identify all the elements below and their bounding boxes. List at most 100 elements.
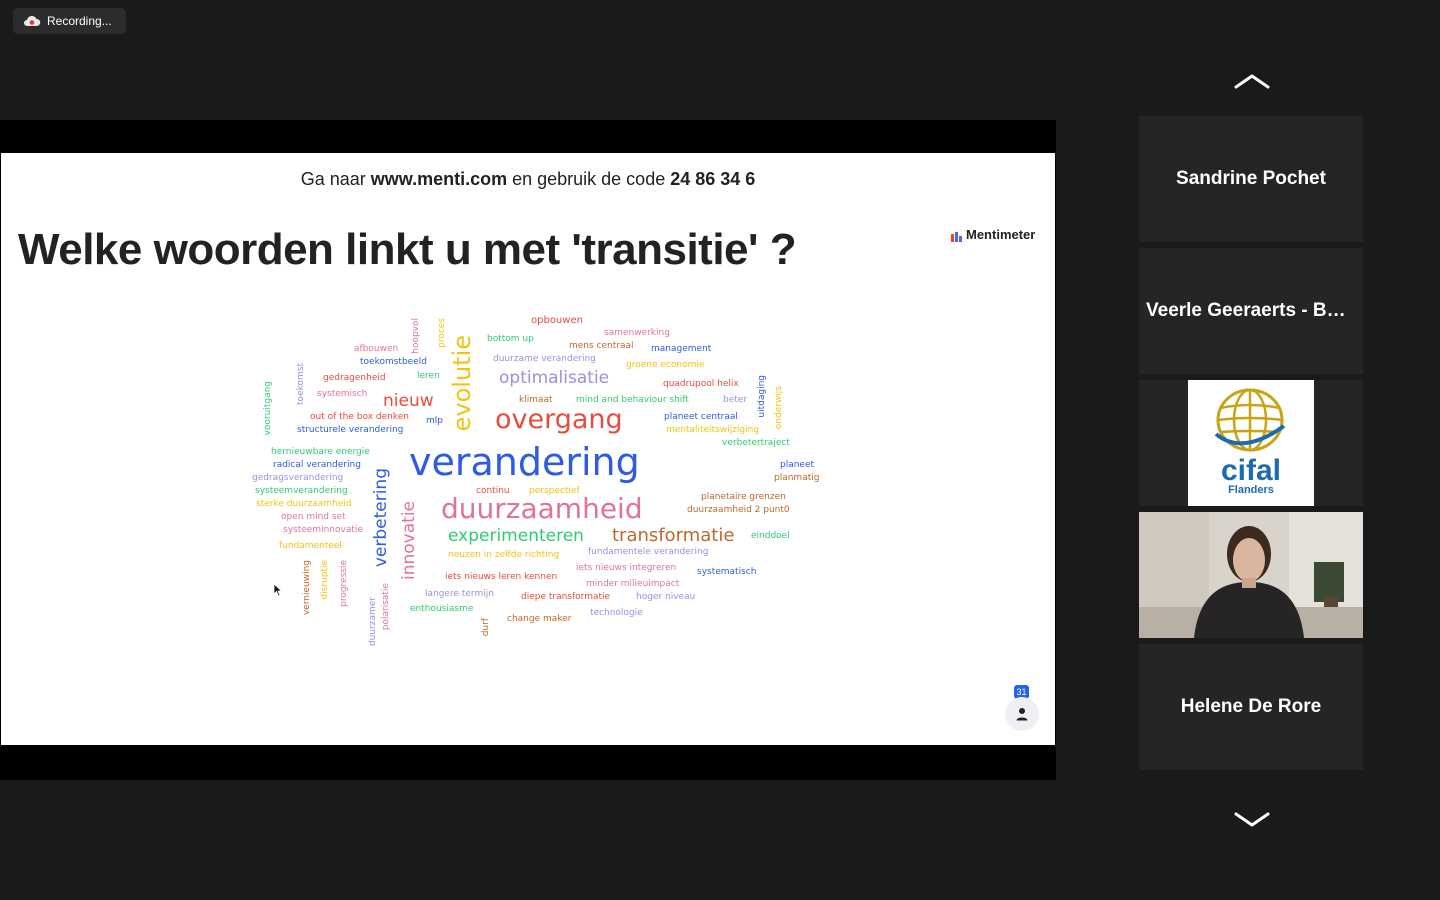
word-systemisch: systemisch <box>317 389 368 399</box>
word-enthousiasme: enthousiasme <box>410 604 474 614</box>
word-hernieuwbare-energie: hernieuwbare energie <box>271 447 370 457</box>
brand-name: Mentimeter <box>966 227 1036 242</box>
word-duurzame-verandering: duurzame verandering <box>493 354 596 364</box>
word-vernieuwing: vernieuwing <box>302 560 312 616</box>
instruction-mid: en gebruik de code <box>507 169 671 189</box>
cifal-flanders-logo: cifal Flanders <box>1188 380 1314 506</box>
participant-tile-2[interactable]: Veerle Geeraerts - Bel... <box>1139 248 1363 374</box>
word-hoger-niveau: hoger niveau <box>636 592 696 602</box>
word-durf: durf <box>481 618 491 637</box>
scroll-down-button[interactable] <box>1232 808 1272 830</box>
participants-button[interactable] <box>1005 697 1039 731</box>
word-planeet-centraal: planeet centraal <box>664 412 738 422</box>
word-gedragsverandering: gedragsverandering <box>252 473 344 483</box>
word-minder-milieuimpact: minder milieuimpact <box>586 579 680 589</box>
word-progressie: progressie <box>339 560 349 607</box>
word-technologie: technologie <box>590 608 643 618</box>
word-hoopvol: hoopvol <box>411 318 421 354</box>
word-vooruitgang: vooruitgang <box>263 381 273 436</box>
word-mentaliteitswijziging: mentaliteitswijziging <box>666 425 760 435</box>
word-planetaire-grenzen: planetaire grenzen <box>701 492 786 502</box>
word-diepe-transformatie: diepe transformatie <box>521 592 611 602</box>
word-einddoel: einddoel <box>751 531 790 541</box>
word-groene-economie: groene economie <box>626 360 705 370</box>
word-quadrupool-helix: quadrupool helix <box>663 379 739 389</box>
word-verbetering: verbetering <box>371 468 391 568</box>
word-transformatie: transformatie <box>612 525 735 546</box>
word-sterke-duurzaamheid: sterke duurzaamheid <box>256 499 352 509</box>
word-neuzen-in-zelfde-richting: neuzen in zelfde richting <box>448 550 560 560</box>
mentimeter-mark-icon <box>951 230 962 242</box>
mouse-cursor-icon <box>273 583 283 597</box>
word-opbouwen: opbouwen <box>531 315 583 326</box>
slide-title: Welke woorden linkt u met 'transitie' ? <box>18 225 797 274</box>
recording-label: Recording... <box>47 14 112 28</box>
word-duurzamer: duurzamer <box>368 597 378 647</box>
participant-tile-5[interactable]: Helene De Rore <box>1139 644 1363 770</box>
word-gedragenheid: gedragenheid <box>323 373 386 383</box>
word-systeemverandering: systeemverandering <box>255 486 348 496</box>
word-verbetertraject: verbetertraject <box>722 438 790 448</box>
join-instruction: Ga naar www.menti.com en gebruik de code… <box>1 169 1055 190</box>
speaker-video-frame <box>1139 512 1363 638</box>
mentimeter-logo: Mentimeter <box>951 227 1035 242</box>
word-change-maker: change maker <box>507 614 572 624</box>
word-duurzaamheid: duurzaamheid <box>441 492 643 525</box>
word-optimalisatie: optimalisatie <box>499 368 610 388</box>
word-toekomstbeeld: toekomstbeeld <box>360 357 427 367</box>
word-proces: proces <box>437 318 447 348</box>
participant-tile-1[interactable]: Sandrine Pochet <box>1139 116 1363 242</box>
scroll-up-button[interactable] <box>1232 70 1272 92</box>
logo-text-flanders: Flanders <box>1228 484 1274 496</box>
word-afbouwen: afbouwen <box>354 344 399 354</box>
word-samenwerking: samenwerking <box>604 328 670 338</box>
word-overgang: overgang <box>495 404 623 435</box>
cloud-record-icon <box>24 15 41 26</box>
participant-tile-3[interactable]: cifal Flanders <box>1139 380 1363 506</box>
word-polarisatie: polarisatie <box>381 583 391 631</box>
word-fundamentele-verandering: fundamentele verandering <box>588 547 709 557</box>
word-planeet: planeet <box>780 460 815 470</box>
word-planmatig: planmatig <box>774 473 820 483</box>
word-systematisch: systematisch <box>697 567 757 577</box>
word-systeeminnovatie: systeeminnovatie <box>283 525 363 535</box>
word-radical-verandering: radical verandering <box>273 460 361 470</box>
globe-icon <box>1214 388 1286 452</box>
recording-indicator[interactable]: Recording... <box>13 8 126 34</box>
word-iets-nieuws-integreren: iets nieuws integreren <box>576 563 677 573</box>
word-fundamenteel: fundamenteel <box>279 541 342 551</box>
word-nieuw: nieuw <box>383 391 434 411</box>
instruction-url: www.menti.com <box>370 169 508 189</box>
word-structurele-verandering: structurele verandering <box>297 425 404 435</box>
presentation-slide: Ga naar www.menti.com en gebruik de code… <box>1 153 1055 745</box>
word-open-mind-set: open mind set <box>281 512 346 522</box>
word-experimenteren: experimenteren <box>448 526 584 546</box>
participant-name: Veerle Geeraerts - Bel... <box>1146 300 1356 321</box>
instruction-prefix: Ga naar <box>300 169 371 189</box>
participant-video-tile[interactable] <box>1139 512 1363 638</box>
word-mens-centraal: mens centraal <box>569 341 634 351</box>
word-out-of-the-box-denken: out of the box denken <box>310 412 409 422</box>
logo-text-cifal: cifal <box>1220 454 1282 487</box>
word-duurzaamheid-2-punt0: duurzaamheid 2 punt0 <box>687 505 790 515</box>
word-uitdaging: uitdaging <box>757 375 767 418</box>
word-beter: beter <box>723 395 748 405</box>
word-mlp: mlp <box>426 416 443 426</box>
word-toekomst: toekomst <box>296 363 306 405</box>
word-evolutie: evolutie <box>448 335 476 432</box>
instruction-code: 24 86 34 6 <box>670 169 756 189</box>
word-langere-termijn: langere termijn <box>425 589 494 599</box>
word-leren: leren <box>417 371 440 381</box>
word-bottom-up: bottom up <box>487 334 534 344</box>
word-onderwijs: onderwijs <box>774 386 784 430</box>
word-management: management <box>651 344 712 354</box>
word-innovatie: innovatie <box>399 501 419 580</box>
word-verandering: verandering <box>409 440 640 484</box>
participant-name: Sandrine Pochet <box>1176 168 1326 189</box>
chevron-down-icon <box>1234 812 1270 827</box>
word-iets-nieuws-leren-kennen: iets nieuws leren kennen <box>445 572 558 582</box>
word-disruptie: disruptie <box>320 560 330 600</box>
chevron-up-icon <box>1234 74 1270 89</box>
person-icon <box>1016 708 1028 721</box>
participant-name: Helene De Rore <box>1180 696 1322 717</box>
